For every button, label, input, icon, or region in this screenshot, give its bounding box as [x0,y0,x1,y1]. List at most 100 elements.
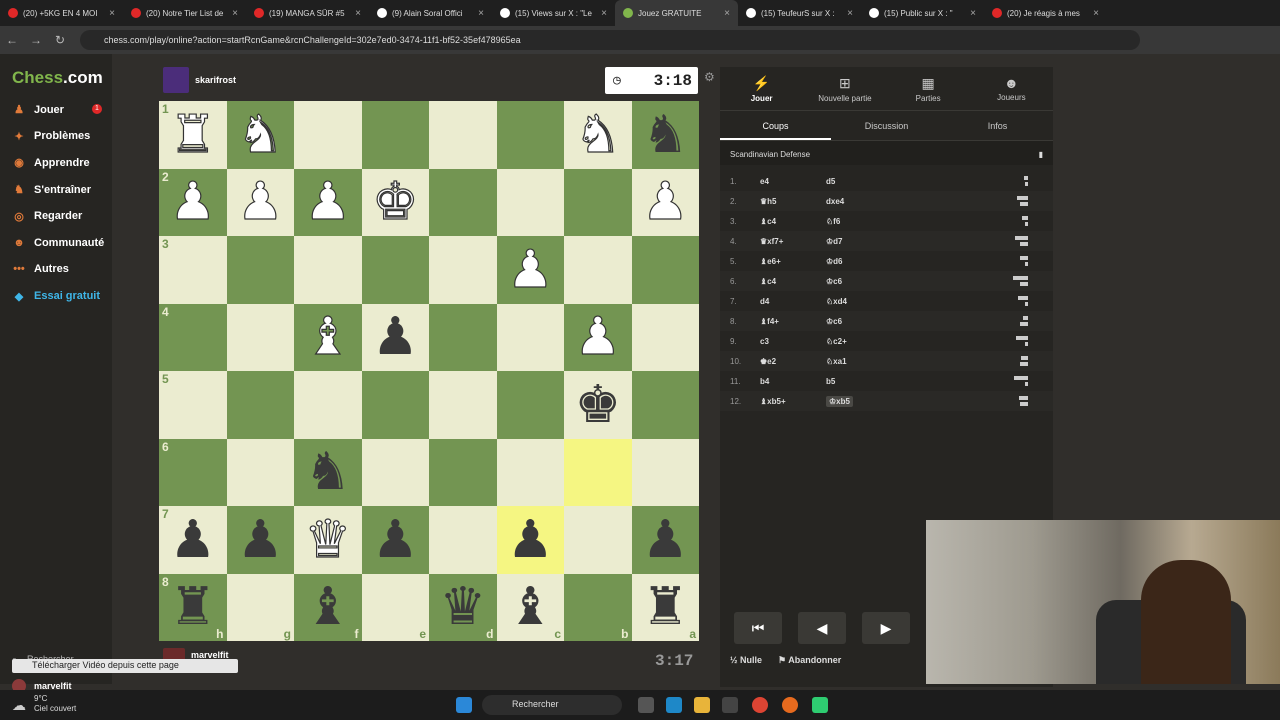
close-icon[interactable]: × [478,8,484,19]
chess-board[interactable]: 1 ♜ ♞ ♞ ♞ 2 ♟ ♟ ♟ ♚ ♟ 3 ♟ 4 ♝ ♟ ♟ 5 ♚ 6 ♞ 7 ♟ ♟ ♛ ♟ ♟ ♟ 8 h ♜ g f ♝ e d ♛ c ♝ b… [159,101,699,641]
board-square[interactable] [361,101,429,169]
close-icon[interactable]: × [970,8,976,19]
black-rook-icon[interactable]: ♜ [642,581,689,633]
board-square[interactable]: ♚ [361,168,429,236]
white-king-icon[interactable]: ♚ [371,176,419,229]
black-pawn-icon[interactable]: ♟ [169,514,216,566]
board-square[interactable]: 5 [159,371,227,439]
board-square[interactable]: ♛ [294,506,362,574]
board-square[interactable] [361,236,429,304]
panel-tab[interactable]: ⊞ Nouvelle partie [803,67,886,110]
board-square[interactable]: 1 ♜ [159,101,227,169]
board-square[interactable]: ♞ [294,438,362,506]
store-icon[interactable] [722,697,738,713]
forward-icon[interactable]: → [24,33,48,47]
board-square[interactable] [631,438,699,506]
white-knight-icon[interactable]: ♞ [574,108,622,161]
board-square[interactable] [361,371,429,439]
black-knight-icon[interactable]: ♞ [642,109,689,161]
url-field[interactable]: chess.com/play/online?action=startRcnGam… [80,30,1140,50]
white-move[interactable]: ♝f4+ [756,317,826,326]
browser-tab[interactable]: (20) Notre Tier List de × [123,0,246,26]
edge-icon[interactable] [666,697,682,713]
board-square[interactable] [294,101,362,169]
white-pawn-icon[interactable]: ♟ [641,176,689,229]
back-icon[interactable]: ← [0,33,24,47]
board-square[interactable] [429,371,497,439]
book-icon[interactable]: ▮ [1039,150,1043,165]
board-square[interactable]: ♟ [361,303,429,371]
close-icon[interactable]: × [1093,8,1099,19]
sidebar-item[interactable]: ☻ Communauté [12,237,104,249]
black-pawn-icon[interactable]: ♟ [237,514,284,566]
browser-tab[interactable]: (20) Je réagis à mes × [984,0,1107,26]
board-square[interactable]: ♟ [564,303,632,371]
browser-tab[interactable]: (20) +5KG EN 4 MOI × [0,0,123,26]
board-square[interactable] [496,303,564,371]
black-move[interactable]: ♔xb5 [826,395,1006,407]
black-move[interactable]: dxe4 [826,197,1006,206]
panel-subtab[interactable]: Infos [942,111,1053,140]
board-square[interactable] [564,438,632,506]
board-square[interactable] [496,168,564,236]
board-square[interactable]: 3 [159,236,227,304]
white-pawn-icon[interactable]: ♟ [506,243,554,296]
app-icon[interactable] [812,697,828,713]
close-icon[interactable]: × [355,8,361,19]
sidebar-item[interactable]: ◆ Essai gratuit [12,290,100,303]
board-square[interactable]: c ♝ [496,573,564,641]
black-move[interactable]: d5 [826,177,1006,186]
browser-tab[interactable]: (15) Views sur X : "Le × [492,0,615,26]
white-pawn-icon[interactable]: ♟ [574,311,622,364]
board-square[interactable]: 2 ♟ [159,168,227,236]
black-king-icon[interactable]: ♚ [574,379,621,431]
first-move-button[interactable]: ⏮ [734,612,782,644]
board-square[interactable] [226,236,294,304]
black-move[interactable]: b5 [826,377,1006,386]
black-rook-icon[interactable]: ♜ [169,581,216,633]
resign-button[interactable]: ⚑ Abandonner [778,655,841,666]
close-icon[interactable]: × [847,8,853,19]
white-pawn-icon[interactable]: ♟ [169,176,217,229]
board-square[interactable] [429,438,497,506]
board-square[interactable] [226,371,294,439]
settings-gear-icon[interactable]: ⚙ [704,70,715,84]
browser-tab[interactable]: Jouez GRATUITE × [615,0,738,26]
panel-subtab[interactable]: Discussion [831,111,942,140]
board-square[interactable] [631,303,699,371]
white-move[interactable]: ♚e2 [756,357,826,366]
sidebar-item[interactable]: ◎ Regarder [12,210,82,223]
white-move[interactable]: e4 [756,177,826,186]
board-square[interactable] [496,101,564,169]
board-square[interactable]: ♟ [226,168,294,236]
black-move[interactable]: ♘c2+ [826,337,1006,346]
board-square[interactable]: ♟ [294,168,362,236]
sidebar-item[interactable]: ♟ Jouer [12,103,64,117]
board-square[interactable]: ♟ [226,506,294,574]
close-icon[interactable]: × [724,8,730,19]
reload-icon[interactable]: ↻ [48,33,72,47]
weather-widget[interactable]: 9°C Ciel couvert [34,694,76,714]
board-square[interactable]: b [564,573,632,641]
prev-move-button[interactable]: ◀ [798,612,846,644]
board-square[interactable] [496,438,564,506]
close-icon[interactable]: × [109,8,115,19]
draw-button[interactable]: ½ Nulle [730,655,762,666]
black-move[interactable]: ♘xa1 [826,357,1006,366]
board-square[interactable]: ♞ [631,101,699,169]
white-move[interactable]: b4 [756,377,826,386]
board-square[interactable]: f ♝ [294,573,362,641]
black-bishop-icon[interactable]: ♝ [507,581,554,633]
white-move[interactable]: ♝e6+ [756,257,826,266]
close-icon[interactable]: × [601,8,607,19]
white-move[interactable]: c3 [756,337,826,346]
board-square[interactable]: ♝ [294,303,362,371]
board-square[interactable]: ♚ [564,371,632,439]
sidebar-item[interactable]: ◉ Apprendre [12,156,89,170]
white-queen-icon[interactable]: ♛ [304,513,352,566]
board-square[interactable]: g [226,573,294,641]
board-square[interactable]: ♟ [496,506,564,574]
black-move[interactable]: ♔c6 [826,317,1006,326]
black-bishop-icon[interactable]: ♝ [304,581,351,633]
browser-tab[interactable]: (15) Public sur X : " × [861,0,984,26]
